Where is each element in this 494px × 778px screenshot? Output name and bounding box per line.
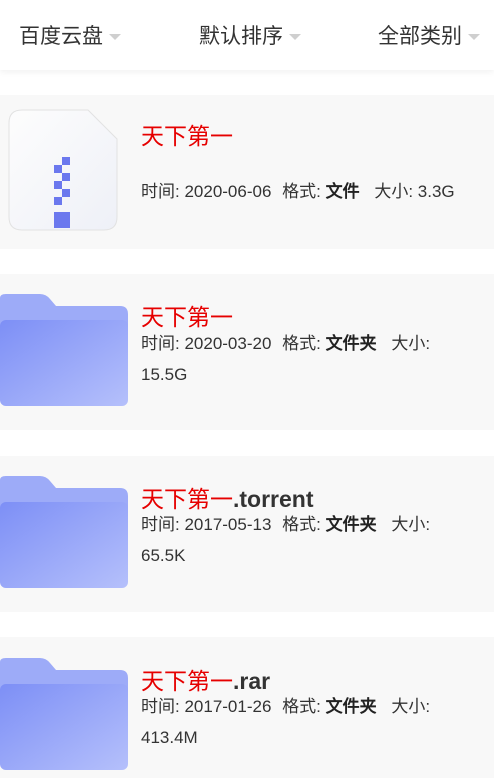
- result-date: 2020-06-06: [184, 182, 272, 201]
- result-item[interactable]: 天下第一 时间: 2020-06-06 格式: 文件 大小: 3.3G: [0, 95, 494, 249]
- caret-down-icon: [468, 33, 480, 40]
- category-filter-dropdown[interactable]: 全部类别: [378, 0, 480, 70]
- filter-bar: 百度云盘 默认排序 全部类别: [0, 0, 494, 70]
- sort-filter-dropdown[interactable]: 默认排序: [199, 0, 301, 70]
- result-meta: 时间: 2020-03-20 格式: 文件夹 大小: 15.5G: [141, 328, 471, 390]
- time-label: 时间:: [141, 182, 185, 201]
- result-item[interactable]: 天下第一.torrent 时间: 2017-05-13 格式: 文件夹 大小: …: [0, 456, 494, 612]
- zip-file-icon: [8, 109, 118, 231]
- title-highlight: 天下第一: [141, 304, 233, 330]
- sort-filter-label: 默认排序: [199, 25, 283, 48]
- result-item[interactable]: 天下第一 时间: 2020-03-20 格式: 文件夹 大小: 15.5G: [0, 274, 494, 430]
- format-label: 格式:: [282, 515, 326, 534]
- result-meta: 时间: 2020-06-06 格式: 文件 大小: 3.3G: [141, 176, 471, 207]
- format-label: 格式:: [282, 334, 326, 353]
- result-format: 文件夹: [325, 515, 377, 534]
- size-label: 大小:: [391, 515, 431, 534]
- result-format: 文件: [325, 182, 360, 201]
- size-label: 大小:: [391, 334, 431, 353]
- result-meta: 时间: 2017-05-13 格式: 文件夹 大小: 65.5K: [141, 509, 471, 571]
- caret-down-icon: [289, 33, 301, 40]
- result-date: 2020-03-20: [184, 334, 272, 353]
- title-highlight: 天下第一: [141, 123, 233, 149]
- result-format: 文件夹: [325, 334, 377, 353]
- folder-icon: [0, 476, 128, 588]
- result-size: 65.5K: [141, 546, 186, 565]
- folder-icon: [0, 658, 128, 770]
- size-label: 大小:: [374, 182, 418, 201]
- result-size: 413.4M: [141, 728, 198, 747]
- category-filter-label: 全部类别: [378, 25, 462, 48]
- result-size: 3.3G: [417, 182, 455, 201]
- time-label: 时间:: [141, 334, 185, 353]
- source-filter-label: 百度云盘: [19, 25, 103, 48]
- result-size: 15.5G: [141, 365, 188, 384]
- result-meta: 时间: 2017-01-26 格式: 文件夹 大小: 413.4M: [141, 691, 471, 753]
- result-format: 文件夹: [325, 697, 377, 716]
- caret-down-icon: [109, 33, 121, 40]
- result-date: 2017-01-26: [184, 697, 272, 716]
- time-label: 时间:: [141, 697, 185, 716]
- format-label: 格式:: [282, 182, 326, 201]
- result-item[interactable]: 天下第一.rar 时间: 2017-01-26 格式: 文件夹 大小: 413.…: [0, 637, 494, 778]
- result-title[interactable]: 天下第一: [141, 117, 233, 151]
- result-title[interactable]: 天下第一: [141, 298, 233, 332]
- format-label: 格式:: [282, 697, 326, 716]
- folder-icon: [0, 294, 128, 406]
- source-filter-dropdown[interactable]: 百度云盘: [19, 0, 121, 70]
- size-label: 大小:: [391, 697, 431, 716]
- time-label: 时间:: [141, 515, 185, 534]
- result-date: 2017-05-13: [184, 515, 272, 534]
